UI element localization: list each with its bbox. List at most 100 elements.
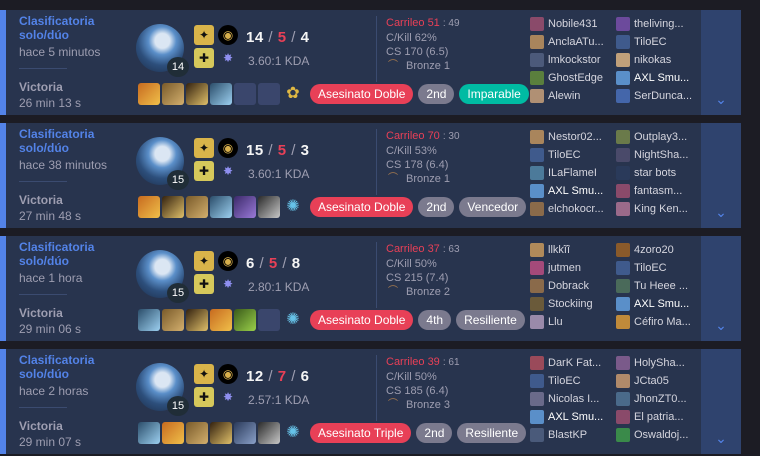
match-card[interactable]: Clasificatoria solo/dúo hace 1 hora Vict… — [0, 236, 741, 341]
player-row[interactable]: Nicolas I... — [530, 391, 614, 407]
kills: 15 — [246, 142, 264, 159]
item-slot[interactable] — [138, 196, 160, 218]
player-row[interactable]: lmkockstor — [530, 52, 614, 68]
player-row[interactable]: AnclaATu... — [530, 34, 614, 50]
heal-spell-icon[interactable]: ✚ — [194, 274, 214, 294]
item-slot-empty[interactable] — [258, 83, 280, 105]
item-slot[interactable] — [138, 83, 160, 105]
chevron-down-icon[interactable]: ⌄ — [713, 91, 729, 107]
player-row[interactable]: El patria... — [616, 409, 700, 425]
item-slot[interactable] — [210, 309, 232, 331]
champion-icon — [530, 356, 544, 370]
player-row[interactable]: Oswaldoj... — [616, 427, 700, 443]
match-card[interactable]: Clasificatoria solo/dúo hace 5 minutos V… — [0, 10, 741, 115]
player-row[interactable]: nikokas — [616, 52, 700, 68]
player-row[interactable]: TiloEC — [616, 34, 700, 50]
player-row[interactable]: NightSha... — [616, 147, 700, 163]
player-row[interactable]: Outplay3... — [616, 129, 700, 145]
item-slot[interactable] — [234, 196, 256, 218]
player-row[interactable]: 4zoro20 — [616, 242, 700, 258]
player-row[interactable]: DarK Fat... — [530, 355, 614, 371]
player-row[interactable]: fantasm... — [616, 183, 700, 199]
player-row[interactable]: JCta05 — [616, 373, 700, 389]
player-row[interactable]: llkkĩĩ — [530, 242, 614, 258]
item-slot[interactable] — [258, 196, 280, 218]
secondary-rune-icon[interactable]: ✸ — [218, 387, 238, 407]
secondary-rune-icon[interactable]: ✸ — [218, 48, 238, 68]
match-card[interactable]: Clasificatoria solo/dúo hace 38 minutos … — [0, 123, 741, 228]
player-row[interactable]: Llu — [530, 314, 614, 330]
primary-rune-icon[interactable]: ◉ — [218, 138, 238, 158]
player-row[interactable]: TiloEC — [616, 260, 700, 276]
primary-rune-icon[interactable]: ◉ — [218, 251, 238, 271]
item-slot[interactable] — [138, 422, 160, 444]
match-result: Victoria — [19, 419, 63, 433]
player-row[interactable]: Tu Heee ... — [616, 278, 700, 294]
multikill-badge: Asesinato Doble — [310, 197, 414, 217]
secondary-rune-icon[interactable]: ✸ — [218, 274, 238, 294]
item-slot[interactable] — [210, 83, 232, 105]
player-row[interactable]: HolySha... — [616, 355, 700, 371]
item-slot[interactable] — [162, 196, 184, 218]
item-slot-empty[interactable] — [234, 83, 256, 105]
trinket-slot[interactable]: ✿ — [282, 83, 304, 105]
multikill-badge: Asesinato Doble — [310, 310, 414, 330]
item-slot[interactable] — [186, 83, 208, 105]
player-row[interactable]: jutmen — [530, 260, 614, 276]
player-row[interactable]: Alewin — [530, 88, 614, 104]
flash-spell-icon[interactable]: ✦ — [194, 364, 214, 384]
player-row[interactable]: AXL Smu... — [530, 409, 614, 425]
player-row[interactable]: elchokocr... — [530, 201, 614, 217]
item-slot[interactable] — [186, 196, 208, 218]
item-slot[interactable] — [234, 309, 256, 331]
match-card[interactable]: Clasificatoria solo/dúo hace 2 horas Vic… — [0, 349, 741, 454]
player-row[interactable]: ILaFlameI — [530, 165, 614, 181]
trinket-slot[interactable]: ✺ — [282, 196, 304, 218]
primary-rune-icon[interactable]: ◉ — [218, 364, 238, 384]
item-slot[interactable] — [210, 196, 232, 218]
trinket-slot[interactable]: ✺ — [282, 309, 304, 331]
flash-spell-icon[interactable]: ✦ — [194, 138, 214, 158]
player-row[interactable]: TiloEC — [530, 147, 614, 163]
player-row[interactable]: King Ken... — [616, 201, 700, 217]
item-slot-empty[interactable] — [258, 309, 280, 331]
item-slot[interactable] — [186, 309, 208, 331]
flash-spell-icon[interactable]: ✦ — [194, 251, 214, 271]
trinket-slot[interactable]: ✺ — [282, 422, 304, 444]
champion-icon — [530, 315, 544, 329]
team-blue: Nobile431 AnclaATu... lmkockstor GhostEd… — [530, 16, 614, 106]
item-slot[interactable] — [138, 309, 160, 331]
chevron-down-icon[interactable]: ⌄ — [713, 430, 729, 446]
heal-spell-icon[interactable]: ✚ — [194, 161, 214, 181]
player-row[interactable]: Nobile431 — [530, 16, 614, 32]
player-row[interactable]: AXL Smu... — [530, 183, 614, 199]
chevron-down-icon[interactable]: ⌄ — [713, 204, 729, 220]
heal-spell-icon[interactable]: ✚ — [194, 48, 214, 68]
item-slot[interactable] — [210, 422, 232, 444]
item-slot[interactable] — [162, 83, 184, 105]
item-slot[interactable] — [162, 422, 184, 444]
player-row[interactable]: Dobrack — [530, 278, 614, 294]
player-row[interactable]: AXL Smu... — [616, 70, 700, 86]
player-row[interactable]: BlastKP — [530, 427, 614, 443]
player-row[interactable]: Nestor02... — [530, 129, 614, 145]
chevron-down-icon[interactable]: ⌄ — [713, 317, 729, 333]
player-row[interactable]: Stockiing — [530, 296, 614, 312]
player-row[interactable]: star bots — [616, 165, 700, 181]
item-slot[interactable] — [258, 422, 280, 444]
player-row[interactable]: JhonZT0... — [616, 391, 700, 407]
item-slot[interactable] — [234, 422, 256, 444]
heal-spell-icon[interactable]: ✚ — [194, 387, 214, 407]
primary-rune-icon[interactable]: ◉ — [218, 25, 238, 45]
player-row[interactable]: AXL Smu... — [616, 296, 700, 312]
player-row[interactable]: theliving... — [616, 16, 700, 32]
secondary-rune-icon[interactable]: ✸ — [218, 161, 238, 181]
player-row[interactable]: SerDunca... — [616, 88, 700, 104]
player-row[interactable]: Céfiro Ma... — [616, 314, 700, 330]
flash-spell-icon[interactable]: ✦ — [194, 25, 214, 45]
player-row[interactable]: GhostEdge — [530, 70, 614, 86]
item-slot[interactable] — [162, 309, 184, 331]
item-slot[interactable] — [186, 422, 208, 444]
player-row[interactable]: TiloEC — [530, 373, 614, 389]
kill-participation: Carrileo 37 — [386, 243, 440, 255]
